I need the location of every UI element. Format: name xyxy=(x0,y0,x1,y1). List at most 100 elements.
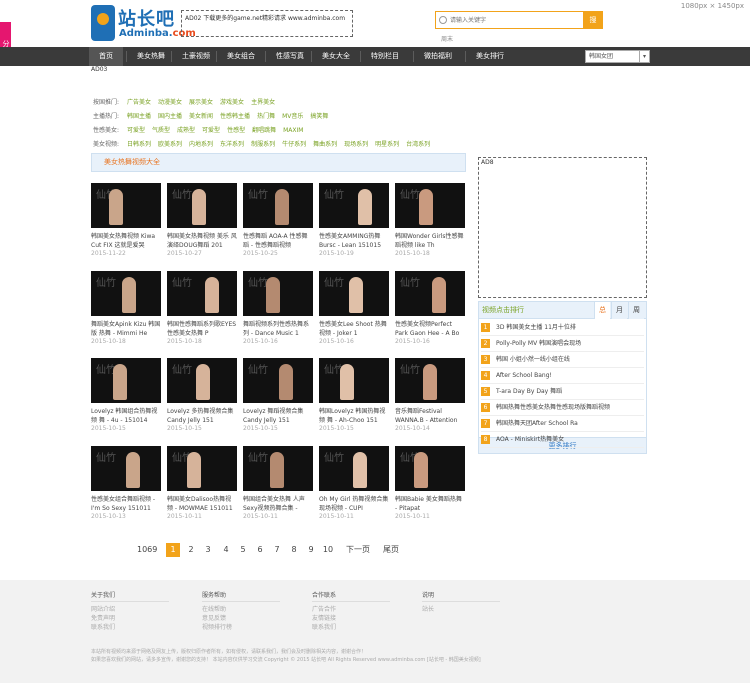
page-link[interactable]: 10 xyxy=(322,543,334,557)
video-title[interactable]: Oh My Girl 热舞视频合集 现场视频 - CUPI xyxy=(319,495,389,513)
video-title[interactable]: 性感舞蹈 AOA-A 性感舞蹈 - 性感舞蹈视频 xyxy=(243,232,313,250)
video-card[interactable]: 仙竹 性感美女组合舞蹈视频 - I'm So Sexy 151011 2015-10… xyxy=(91,446,161,521)
page-link[interactable]: 4 xyxy=(220,543,232,557)
nav-item[interactable]: 美女组合 xyxy=(219,47,263,66)
video-thumbnail[interactable]: 仙竹 xyxy=(167,358,237,403)
video-thumbnail[interactable]: 仙竹 xyxy=(319,183,389,228)
ranking-item-title[interactable]: 韩国 小姐小然一线小组在线 xyxy=(496,356,570,363)
video-title[interactable]: 性感美女视频Perfect Park Gaon Hee - A Bo xyxy=(395,320,465,338)
ranking-item-title[interactable]: 韩国热舞性感美女热舞性感现场版舞蹈视频 xyxy=(496,404,610,411)
footer-link[interactable]: 广告合作 xyxy=(312,605,390,614)
footer-link[interactable]: 友情链接 xyxy=(312,614,390,623)
footer-link[interactable]: 免责声明 xyxy=(91,614,169,623)
ranking-tab[interactable]: 月 xyxy=(611,302,627,319)
video-thumbnail[interactable]: 仙竹 xyxy=(167,446,237,491)
category-link[interactable]: 韩国主播 xyxy=(127,113,151,120)
footer-link[interactable]: 视频排行榜 xyxy=(202,623,280,632)
video-card[interactable]: 仙竹 韩国美女热舞视频 Kiwa Cut FIX 这就是爱哭 2015-11-22 xyxy=(91,183,161,258)
video-title[interactable]: 韩国组合美女热舞 人声 Sexy视频热舞合集 - xyxy=(243,495,313,513)
ranking-item-title[interactable]: T-ara Day By Day 舞蹈 xyxy=(496,388,562,395)
footer-link[interactable]: 意见反馈 xyxy=(202,614,280,623)
video-card[interactable]: 仙竹 韩国组合美女热舞 人声 Sexy视频热舞合集 -2015-10-11 xyxy=(243,446,313,521)
category-link[interactable]: 东洋系列 xyxy=(220,141,244,148)
category-link[interactable]: 性感型 xyxy=(227,127,245,134)
category-link[interactable]: 国内主播 xyxy=(158,113,182,120)
category-link[interactable]: 日韩系列 xyxy=(127,141,151,148)
video-title[interactable]: 韩国Lovelyz 韩国热舞视频 舞 - Ah-Choo 151 xyxy=(319,407,389,425)
ranking-item[interactable]: 2 Polly-Polly MV 韩国演唱会现场 xyxy=(481,336,644,352)
footer-link[interactable]: 联系我们 xyxy=(312,623,390,632)
page-link[interactable]: 9 xyxy=(305,543,317,557)
category-link[interactable]: 动漫美女 xyxy=(158,99,182,106)
last-page-button[interactable]: 尾页 xyxy=(383,543,399,557)
category-link[interactable]: 展示美女 xyxy=(189,99,213,106)
video-card[interactable]: 仙竹 韩国美女热舞视频 美乐 风演绎DOUG舞蹈 201 2015-10-27 xyxy=(167,183,237,258)
video-card[interactable]: 仙竹 Lovelyz 韩国组合热舞视频 舞 - 4u - 151014 2015-1… xyxy=(91,358,161,433)
ranking-item-title[interactable]: After School Bang! xyxy=(496,372,552,379)
ranking-item[interactable]: 1 3D 韩国美女主播 11月十位排 xyxy=(481,320,644,336)
video-title[interactable]: 舞蹈美女Apink Kizu 韩国版 热舞 - Mimmi He xyxy=(91,320,161,338)
category-link[interactable]: 内地系列 xyxy=(189,141,213,148)
video-thumbnail[interactable]: 仙竹 xyxy=(91,358,161,403)
video-title[interactable]: 韩国Wonder Girls性感舞蹈视频 like Th xyxy=(395,232,465,250)
video-card[interactable]: 仙竹 韩国Lovelyz 韩国热舞视频 舞 - Ah-Choo 151 2015-1… xyxy=(319,358,389,433)
video-thumbnail[interactable]: 仙竹 xyxy=(319,271,389,316)
page-link[interactable]: 5 xyxy=(237,543,249,557)
video-card[interactable]: 仙竹 Oh My Girl 热舞视频合集 现场视频 - CUPI 2015-10-1… xyxy=(319,446,389,521)
video-title[interactable]: 韩国Babie 美女舞蹈热舞 - Pitapat xyxy=(395,495,465,513)
category-link[interactable]: 明星系列 xyxy=(375,141,399,148)
category-link[interactable]: 现场系列 xyxy=(344,141,368,148)
category-link[interactable]: 搞笑舞 xyxy=(310,113,328,120)
category-link[interactable]: 台湾系列 xyxy=(406,141,430,148)
video-card[interactable]: 仙竹 Lovelyz 多热舞视频合集 Candy Jelly 151 2015-10… xyxy=(167,358,237,433)
page-link[interactable]: 3 xyxy=(202,543,214,557)
video-thumbnail[interactable]: 仙竹 xyxy=(395,358,465,403)
category-select[interactable]: 韩国女团 ▾ xyxy=(585,50,650,63)
video-thumbnail[interactable]: 仙竹 xyxy=(91,271,161,316)
category-link[interactable]: 欧美系列 xyxy=(158,141,182,148)
page-link[interactable]: 1 xyxy=(166,543,180,557)
video-card[interactable]: 仙竹 性感美女Lee Shoot 热舞视频 - Joker 1 2015-10-16 xyxy=(319,271,389,346)
nav-item[interactable]: 美女大全 xyxy=(314,47,358,66)
ranking-item[interactable]: 7 韩国热舞天团After School Ra xyxy=(481,416,644,432)
video-title[interactable]: 韩国美女Dalisoo热舞视频 - MOWMAE 151011 xyxy=(167,495,237,513)
video-title[interactable]: 韩国美女热舞视频 Kiwa Cut FIX 这就是爱哭 xyxy=(91,232,161,250)
video-card[interactable]: 仙竹 韩国Babie 美女舞蹈热舞 - Pitapat 2015-10-11 xyxy=(395,446,465,521)
video-card[interactable]: 仙竹 性感美女AMMING热舞 Bursc - Lean 151015 2015-1… xyxy=(319,183,389,258)
category-link[interactable]: 美女新闻 xyxy=(189,113,213,120)
ad-banner-02[interactable]: AD02 下载更多的game.net精彩请求 www.adminba.com xyxy=(181,10,353,37)
category-link[interactable]: 牛仔系列 xyxy=(282,141,306,148)
category-link[interactable]: 翻唱跳舞 xyxy=(252,127,276,134)
video-thumbnail[interactable]: 仙竹 xyxy=(91,183,161,228)
ranking-tab[interactable]: 总 xyxy=(594,302,610,319)
footer-link[interactable]: 在线帮助 xyxy=(202,605,280,614)
video-card[interactable]: 仙竹 性感美女视频Perfect Park Gaon Hee - A Bo 2015… xyxy=(395,271,465,346)
nav-item[interactable]: 首页 xyxy=(89,47,123,66)
nav-item[interactable]: 美女热舞 xyxy=(129,47,173,66)
video-card[interactable]: 仙竹 韩国性感舞蹈系列歌EYES 性感美女热舞 P 2015-10-18 xyxy=(167,271,237,346)
ranking-item[interactable]: 5 T-ara Day By Day 舞蹈 xyxy=(481,384,644,400)
footer-link[interactable]: 站长 xyxy=(422,605,500,614)
video-thumbnail[interactable]: 仙竹 xyxy=(243,183,313,228)
video-thumbnail[interactable]: 仙竹 xyxy=(91,446,161,491)
video-title[interactable]: 韩国性感舞蹈系列歌EYES 性感美女热舞 P xyxy=(167,320,237,338)
search-input[interactable] xyxy=(450,14,578,26)
video-thumbnail[interactable]: 仙竹 xyxy=(319,358,389,403)
video-card[interactable]: 仙竹 舞蹈美女Apink Kizu 韩国版 热舞 - Mimmi He 2015-1… xyxy=(91,271,161,346)
video-thumbnail[interactable]: 仙竹 xyxy=(395,183,465,228)
video-thumbnail[interactable]: 仙竹 xyxy=(319,446,389,491)
video-thumbnail[interactable]: 仙竹 xyxy=(243,358,313,403)
video-title[interactable]: 性感美女组合舞蹈视频 - I'm So Sexy 151011 xyxy=(91,495,161,513)
video-title[interactable]: 舞蹈视频系列性感热舞系列 - Dance Music 1 xyxy=(243,320,313,338)
ranking-item-title[interactable]: 3D 韩国美女主播 11月十位排 xyxy=(496,324,576,331)
next-page-button[interactable]: 下一页 xyxy=(346,543,370,557)
ranking-tab[interactable]: 周 xyxy=(628,302,644,319)
video-thumbnail[interactable]: 仙竹 xyxy=(243,446,313,491)
video-thumbnail[interactable]: 仙竹 xyxy=(395,271,465,316)
category-link[interactable]: 主界美女 xyxy=(251,99,275,106)
category-link[interactable]: 性感韩主播 xyxy=(220,113,250,120)
category-link[interactable]: 可爱型 xyxy=(202,127,220,134)
nav-item[interactable]: 性感写真 xyxy=(268,47,312,66)
video-card[interactable]: 仙竹 舞蹈视频系列性感热舞系列 - Dance Music 1 2015-10-16 xyxy=(243,271,313,346)
category-link[interactable]: 可爱型 xyxy=(127,127,145,134)
